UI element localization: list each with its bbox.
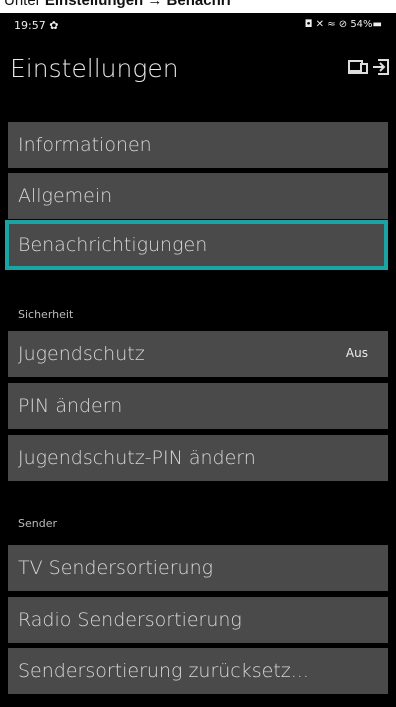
menu-item-informationen[interactable]: Informationen xyxy=(8,122,388,168)
header: Einstellungen xyxy=(0,39,396,109)
menu-item-jugendschutz-pin[interactable]: Jugendschutz-PIN ändern xyxy=(8,435,388,481)
section-label-sicherheit: Sicherheit xyxy=(18,308,74,321)
menu-item-allgemein[interactable]: Allgemein xyxy=(8,173,388,219)
menu-item-jugendschutz[interactable]: Jugendschutz Aus xyxy=(8,331,388,377)
menu-item-sendersortierung-reset[interactable]: Sendersortierung zurücksetz... xyxy=(8,648,388,694)
caption-strip: Unter Einstellungen → Benachri xyxy=(0,0,396,13)
menu-item-radio-sendersortierung[interactable]: Radio Sendersortierung xyxy=(8,597,388,643)
section-label-sender: Sender xyxy=(18,517,57,530)
status-icons: ◘ ✕ ≈ ⊘ 54%▬ xyxy=(304,19,382,30)
menu-item-pin-aendern[interactable]: PIN ändern xyxy=(8,383,388,429)
cast-icon[interactable] xyxy=(348,57,368,77)
caption-text: Unter Einstellungen → Benachri xyxy=(4,0,231,9)
status-time: 19:57 ✿ xyxy=(14,19,59,32)
menu-item-benachrichtigungen[interactable]: Benachrichtigungen xyxy=(8,222,388,268)
jugendschutz-value: Aus xyxy=(345,346,368,360)
menu-item-tv-sendersortierung[interactable]: TV Sendersortierung xyxy=(8,545,388,591)
status-bar: 19:57 ✿ ◘ ✕ ≈ ⊘ 54%▬ xyxy=(0,13,396,39)
logout-icon[interactable] xyxy=(371,57,391,77)
page-title: Einstellungen xyxy=(10,54,179,83)
